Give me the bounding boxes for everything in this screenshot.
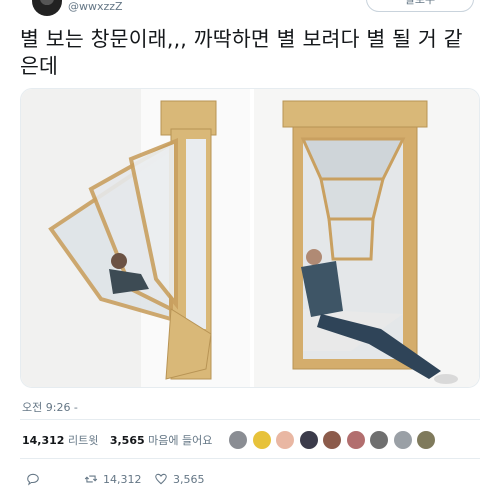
like-action-count: 3,565 — [173, 472, 205, 486]
timestamp[interactable]: 오전 9:26 - — [22, 399, 78, 415]
retweet-icon — [84, 475, 98, 483]
retweet-button[interactable]: 14,312 — [84, 472, 142, 486]
retweet-count[interactable]: 14,312 — [22, 434, 64, 447]
follow-button[interactable]: 팔로우 — [366, 0, 474, 12]
liker-avatar[interactable] — [417, 431, 435, 449]
avatar[interactable] — [32, 0, 62, 16]
liker-avatar[interactable] — [229, 431, 247, 449]
divider — [20, 419, 480, 420]
engagement-stats: 14,312 리트윗 3,565 마음에 들어요 — [22, 432, 220, 448]
liker-avatar[interactable] — [393, 431, 412, 449]
window-photo — [21, 89, 479, 387]
liker-avatar[interactable] — [346, 431, 365, 449]
retweet-action-count: 14,312 — [103, 472, 142, 486]
divider — [20, 458, 480, 459]
like-label[interactable]: 마음에 들어요 — [148, 434, 212, 447]
liker-avatar[interactable] — [323, 431, 341, 449]
reply-icon — [27, 473, 39, 486]
heart-icon — [155, 473, 167, 485]
reply-button[interactable] — [26, 472, 40, 486]
user-handle[interactable]: @wwxzzZ — [68, 0, 123, 13]
liker-avatar[interactable] — [252, 431, 271, 449]
like-button[interactable]: 3,565 — [154, 472, 205, 486]
liker-avatar[interactable] — [276, 431, 294, 449]
tweet-media[interactable] — [20, 88, 480, 388]
liker-avatar[interactable] — [370, 431, 388, 449]
like-count[interactable]: 3,565 — [110, 434, 145, 447]
retweet-label[interactable]: 리트윗 — [68, 434, 98, 447]
tweet-text: 별 보는 창문이래,,, 까딱하면 별 보려다 별 될 거 같은데 — [20, 27, 463, 78]
liker-avatar[interactable] — [299, 431, 318, 449]
